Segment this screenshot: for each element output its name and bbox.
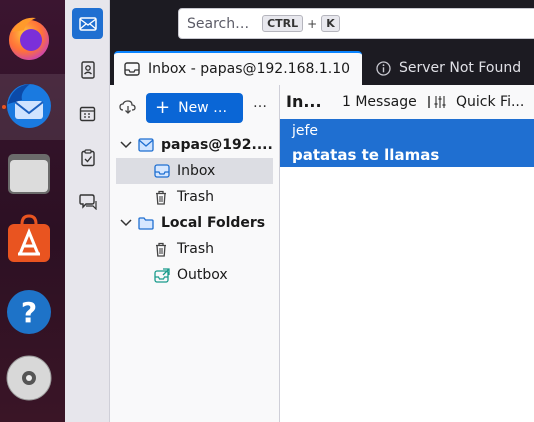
software-center-icon bbox=[8, 214, 50, 262]
folder-account-papas[interactable]: papas@192.... bbox=[110, 132, 279, 158]
tab-inbox-label: Inbox - papas@192.168.1.10 bbox=[148, 61, 351, 77]
new-message-button[interactable]: + New … bbox=[146, 93, 243, 123]
folder-label: Local Folders bbox=[161, 215, 266, 231]
folder-trash-account[interactable]: Trash bbox=[110, 184, 279, 210]
tab-server-not-found[interactable]: Server Not Found bbox=[366, 51, 534, 85]
calendar-icon bbox=[79, 106, 96, 122]
filter-sliders-icon bbox=[428, 95, 450, 109]
dock-thunderbird[interactable] bbox=[0, 74, 65, 140]
message-subject: patatas te llamas bbox=[292, 146, 440, 164]
search-placeholder: Search… bbox=[187, 15, 250, 32]
files-icon bbox=[8, 154, 50, 194]
tab-strip: Inbox - papas@192.168.1.10 Server Not Fo… bbox=[110, 47, 534, 85]
quick-filter-button[interactable]: Quick Fi... bbox=[428, 94, 524, 110]
get-messages-icon[interactable] bbox=[119, 99, 137, 119]
dock-disc[interactable] bbox=[0, 346, 65, 412]
plus-icon: + bbox=[155, 97, 171, 118]
ubuntu-dock: ? bbox=[0, 0, 65, 422]
message-sender: jefe bbox=[292, 123, 319, 139]
disc-icon bbox=[6, 355, 52, 401]
folder-label: Outbox bbox=[177, 267, 228, 283]
tasks-icon bbox=[80, 148, 95, 166]
folder-name-title: In... bbox=[286, 92, 322, 111]
info-icon bbox=[376, 60, 391, 76]
space-chat[interactable] bbox=[72, 186, 103, 217]
chat-icon bbox=[78, 194, 97, 210]
firefox-icon bbox=[9, 17, 49, 60]
folder-local-folders[interactable]: Local Folders bbox=[110, 210, 279, 236]
trash-icon bbox=[154, 190, 168, 205]
message-row[interactable]: jefe patatas te llamas bbox=[280, 119, 534, 167]
inbox-icon bbox=[124, 62, 140, 76]
folder-inbox[interactable]: Inbox bbox=[116, 158, 273, 184]
dock-help[interactable]: ? bbox=[0, 278, 65, 344]
folder-outbox[interactable]: Outbox bbox=[110, 262, 279, 288]
chevron-down-icon[interactable] bbox=[120, 215, 132, 231]
space-tasks[interactable] bbox=[72, 142, 103, 173]
message-list-header: In... 1 Message Quick Fi... bbox=[280, 85, 534, 118]
new-button-label: New … bbox=[178, 100, 228, 116]
thunderbird-icon bbox=[7, 84, 51, 128]
address-book-icon bbox=[80, 60, 95, 79]
dock-software[interactable] bbox=[0, 210, 65, 276]
mail-account-icon bbox=[138, 138, 154, 152]
folder-label: papas@192.... bbox=[161, 137, 273, 153]
spaces-toolbar bbox=[65, 0, 110, 422]
folder-pane-header: + New … … bbox=[110, 85, 279, 128]
shortcut-plus: + bbox=[307, 16, 318, 31]
mail-icon bbox=[78, 16, 97, 31]
chevron-down-icon[interactable] bbox=[120, 137, 132, 153]
folder-icon bbox=[138, 216, 154, 230]
shortcut-key-ctrl: CTRL bbox=[262, 15, 304, 32]
help-icon: ? bbox=[7, 290, 51, 334]
tab-inbox[interactable]: Inbox - papas@192.168.1.10 bbox=[114, 51, 362, 85]
folder-trash-local[interactable]: Trash bbox=[110, 236, 279, 262]
folder-tree: papas@192.... Inbox Trash Local Folders … bbox=[110, 130, 279, 422]
trash-icon bbox=[154, 242, 168, 257]
folder-label: Trash bbox=[177, 241, 214, 257]
outbox-icon bbox=[154, 267, 170, 283]
search-input[interactable]: Search… CTRL + K bbox=[178, 8, 534, 39]
svg-text:?: ? bbox=[21, 296, 37, 329]
space-mail[interactable] bbox=[72, 8, 103, 39]
quick-filter-label: Quick Fi... bbox=[456, 94, 525, 110]
folder-label: Trash bbox=[177, 189, 214, 205]
inbox-icon bbox=[154, 164, 170, 178]
shortcut-key-k: K bbox=[321, 15, 340, 32]
message-list: jefe patatas te llamas bbox=[280, 119, 534, 422]
tab-server-label: Server Not Found bbox=[399, 60, 522, 76]
folder-pane-more-button[interactable]: … bbox=[253, 95, 268, 111]
message-count: 1 Message bbox=[342, 94, 417, 110]
dock-files[interactable] bbox=[0, 142, 65, 208]
dock-firefox[interactable] bbox=[0, 4, 65, 70]
space-calendar[interactable] bbox=[72, 98, 103, 129]
folder-label: Inbox bbox=[177, 163, 216, 179]
active-indicator bbox=[2, 105, 6, 109]
space-address-book[interactable] bbox=[72, 54, 103, 85]
